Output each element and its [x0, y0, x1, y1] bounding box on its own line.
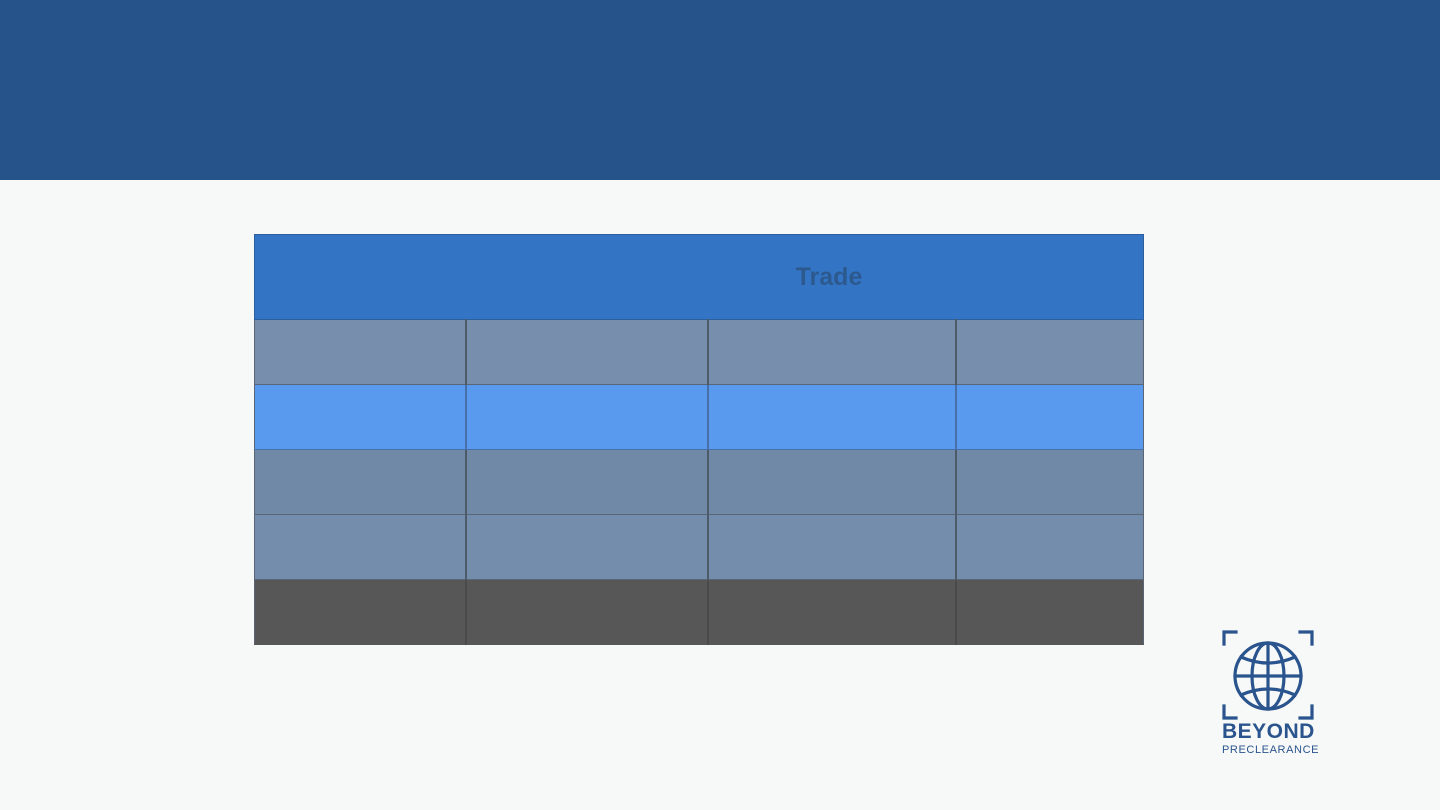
table-row [254, 384, 1145, 450]
table-cell [706, 514, 956, 580]
table-header-row: Trade [253, 234, 1145, 320]
table-cell [706, 319, 956, 385]
table-cell [954, 514, 1145, 580]
beyond-preclearance-logo: BEYOND PRECLEARANCE [1222, 630, 1320, 760]
table-row [254, 514, 1145, 580]
table-cell [464, 579, 708, 645]
table-cell [954, 449, 1145, 515]
data-table: Trade [253, 234, 1145, 645]
title-band [0, 0, 1440, 180]
logo-wordmark-preclearance: PRECLEARANCE [1222, 744, 1320, 756]
table-cell [464, 384, 708, 450]
globe-in-frame-icon [1222, 630, 1314, 720]
table-cell [254, 449, 466, 515]
table-cell [254, 579, 466, 645]
table-cell [954, 579, 1145, 645]
table-header-trade: Trade [253, 234, 1145, 320]
table-cell [254, 319, 466, 385]
table-cell [254, 384, 466, 450]
table-cell [954, 384, 1145, 450]
table-cell [706, 384, 956, 450]
table-row [254, 579, 1145, 645]
table-cell [254, 514, 466, 580]
table-row [254, 449, 1145, 515]
table-cell [706, 579, 956, 645]
table-cell [464, 449, 708, 515]
table-cell [464, 514, 708, 580]
table-cell [954, 319, 1145, 385]
table-row [254, 319, 1145, 385]
table-cell [464, 319, 708, 385]
table-cell [706, 449, 956, 515]
logo-wordmark-beyond: BEYOND [1222, 720, 1315, 743]
